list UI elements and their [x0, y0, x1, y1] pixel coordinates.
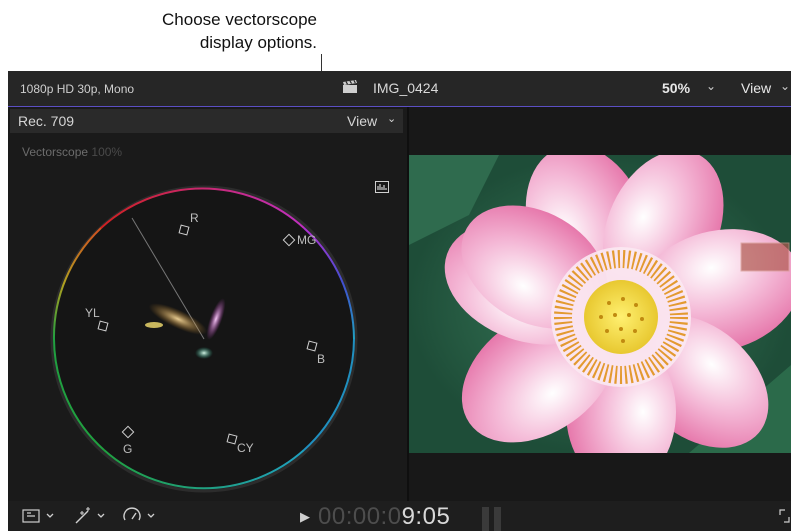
chevron-down-icon[interactable]: ⌄ — [780, 79, 790, 93]
fullscreen-icon[interactable] — [778, 507, 791, 525]
chevron-down-icon[interactable]: ⌄ — [706, 79, 716, 93]
play-icon[interactable]: ▶ — [300, 509, 310, 525]
timecode-leading: 00:00:0 — [318, 503, 402, 530]
lotus-flower-image — [409, 155, 791, 453]
viewer-view-menu[interactable]: View — [741, 80, 771, 96]
viewer-bottom-bar: ▶ 00:00:09:05 — [8, 501, 791, 531]
target-label-yl: YL — [85, 306, 100, 320]
target-label-b: B — [317, 352, 326, 366]
viewer-window: 1080p HD 30p, Mono IMG_0424 50% ⌄ View ⌄… — [8, 71, 791, 531]
callout-line-1: Choose vectorscope — [162, 10, 317, 29]
target-label-cy: CY — [237, 441, 254, 455]
clip-name: IMG_0424 — [373, 80, 439, 96]
callout-text: Choose vectorscope display options. — [57, 8, 317, 54]
timecode-display[interactable]: 00:00:09:05 — [318, 503, 450, 531]
transform-tools-icon[interactable] — [72, 507, 110, 525]
retime-speed-icon[interactable] — [122, 507, 160, 525]
clip-appearance-icon[interactable] — [22, 507, 58, 525]
target-label-g: G — [123, 442, 133, 456]
target-label-mg: MG — [297, 233, 317, 247]
zoom-level-menu[interactable]: 50% — [662, 80, 690, 96]
target-label-r: R — [190, 211, 199, 225]
video-viewer — [409, 107, 791, 501]
viewer-top-bar: 1080p HD 30p, Mono IMG_0424 50% ⌄ View ⌄ — [8, 71, 791, 107]
clapperboard-icon — [343, 80, 357, 93]
vectorscope-graticule — [50, 185, 358, 493]
vectorscope-panel: Rec. 709 View ⌄ Vectorscope 100% R MG B … — [8, 107, 407, 501]
callout-line-2: display options. — [199, 33, 317, 52]
audio-meter-icon — [494, 507, 501, 531]
audio-meter-icon — [482, 507, 489, 531]
project-format-label: 1080p HD 30p, Mono — [20, 82, 135, 96]
timecode-value: 9:05 — [401, 503, 451, 530]
